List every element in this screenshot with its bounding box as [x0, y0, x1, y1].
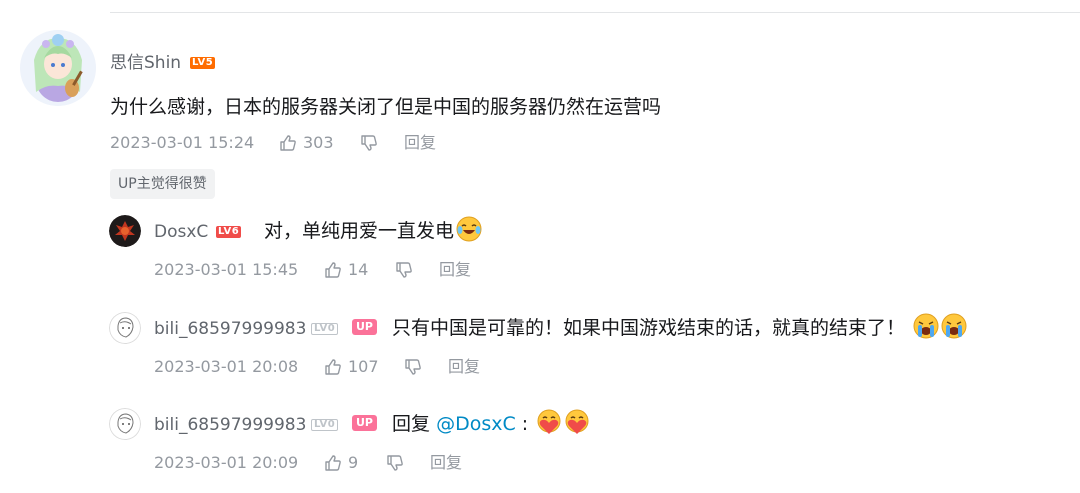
like-count: 14 — [348, 260, 369, 279]
like-count: 9 — [348, 453, 359, 472]
level-badge: LV0 — [311, 323, 339, 335]
thumbs-up-icon — [325, 359, 341, 375]
reply-button[interactable]: 回复 — [430, 452, 462, 474]
avatar[interactable] — [109, 312, 141, 344]
level-badge: LV5 — [190, 57, 216, 69]
heart-hug-emoji-icon — [564, 409, 590, 435]
level-badge: LV6 — [216, 226, 242, 238]
like-count: 107 — [348, 357, 379, 376]
top-divider — [110, 12, 1080, 13]
avatar[interactable] — [20, 30, 96, 106]
reply-meta: 2023-03-01 20:09 — [154, 452, 298, 474]
reply-username[interactable]: DosxC — [154, 220, 208, 244]
like-button[interactable]: 303 — [279, 132, 334, 154]
thumbs-down-icon — [396, 262, 412, 278]
username-text[interactable]: 思信Shin — [110, 53, 181, 73]
comment-meta: 2023-03-01 15:24 — [110, 132, 254, 154]
reply-username[interactable]: bili_68597999983 — [154, 317, 306, 341]
reply-text: 只有中国是可靠的！如果中国游戏结束的话，就真的结束了！ — [392, 317, 906, 339]
timestamp: 2023-03-01 20:09 — [154, 453, 299, 472]
avatar[interactable] — [109, 215, 141, 247]
dislike-button[interactable] — [395, 261, 413, 279]
up-liked-tag: UP主觉得很赞 — [110, 169, 215, 199]
level-badge: LV0 — [311, 419, 339, 431]
laughing-tears-emoji-icon — [456, 216, 482, 242]
reply-meta: 2023-03-01 15:45 — [154, 259, 298, 281]
reply-content: 只有中国是可靠的！如果中国游戏结束的话，就真的结束了！ — [392, 313, 967, 342]
like-button[interactable]: 107 — [324, 356, 379, 378]
crying-emoji-icon — [941, 313, 967, 339]
thumbs-down-icon — [405, 359, 421, 375]
dislike-button[interactable] — [360, 134, 378, 152]
heart-hug-emoji-icon — [536, 409, 562, 435]
reply-button[interactable]: 回复 — [404, 132, 436, 154]
reply-text: 对，单纯用爱一直发电 — [264, 220, 455, 242]
thumbs-up-icon — [325, 455, 341, 471]
comment-text: 为什么感谢，日本的服务器关闭了但是中国的服务器仍然在运营吗 — [110, 96, 662, 118]
thumbs-up-icon — [280, 135, 296, 151]
username[interactable]: 思信Shin — [110, 51, 181, 75]
like-button[interactable]: 9 — [324, 452, 358, 474]
dislike-button[interactable] — [404, 358, 422, 376]
reply-colon: : — [521, 413, 529, 435]
reply-content: 回复 @DosxC : — [392, 409, 590, 438]
up-badge: UP — [352, 415, 377, 431]
up-badge: UP — [352, 319, 377, 335]
crying-emoji-icon — [913, 313, 939, 339]
mention-link[interactable]: @DosxC — [436, 413, 516, 435]
timestamp: 2023-03-01 15:45 — [154, 260, 299, 279]
like-button[interactable]: 14 — [324, 259, 368, 281]
reply-button[interactable]: 回复 — [448, 356, 480, 378]
reply-meta: 2023-03-01 20:08 — [154, 356, 298, 378]
thumbs-down-icon — [361, 135, 377, 151]
reply-username[interactable]: bili_68597999983 — [154, 413, 306, 437]
dislike-button[interactable] — [386, 454, 404, 472]
timestamp: 2023-03-01 20:08 — [154, 357, 299, 376]
reply-content: 对，单纯用爱一直发电 — [264, 216, 482, 245]
avatar[interactable] — [109, 408, 141, 440]
like-count: 303 — [303, 133, 334, 152]
thumbs-up-icon — [325, 262, 341, 278]
timestamp: 2023-03-01 15:24 — [110, 133, 255, 152]
reply-prefix: 回复 — [392, 413, 431, 435]
reply-button[interactable]: 回复 — [439, 259, 471, 281]
thumbs-down-icon — [387, 455, 403, 471]
